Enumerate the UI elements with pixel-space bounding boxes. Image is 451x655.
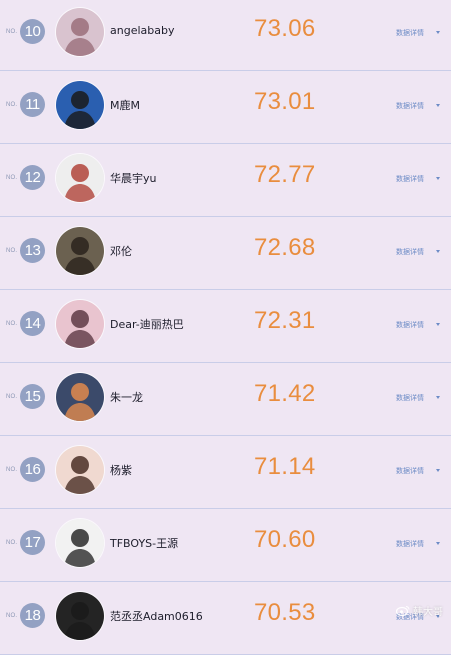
chevron-down-icon[interactable] xyxy=(436,396,440,399)
data-details-link[interactable]: 数据详情 xyxy=(396,320,424,330)
avatar-photo-icon xyxy=(56,592,104,640)
rank-badge: 18 xyxy=(20,603,45,628)
weibo-icon xyxy=(395,605,410,617)
celebrity-name[interactable]: Dear-迪丽热巴 xyxy=(110,316,184,332)
score-value: 72.77 xyxy=(254,161,316,188)
data-details-link[interactable]: 数据详情 xyxy=(396,466,424,476)
avatar[interactable] xyxy=(56,446,104,494)
ranking-row: NO. 18 范丞丞Adam0616 70.53 数据详情 xyxy=(0,582,451,655)
data-details-link[interactable]: 数据详情 xyxy=(396,28,424,38)
score-value: 70.53 xyxy=(254,599,316,626)
ranking-row: NO. 17 TFBOYS-王源 70.60 数据详情 xyxy=(0,509,451,582)
score-value: 73.06 xyxy=(254,15,316,42)
data-details-link[interactable]: 数据详情 xyxy=(396,101,424,111)
ranking-row: NO. 12 华晨宇yu 72.77 数据详情 xyxy=(0,144,451,217)
watermark: 韩大哥 xyxy=(395,603,443,618)
ranking-row: NO. 14 Dear-迪丽热巴 72.31 数据详情 xyxy=(0,290,451,363)
rank-prefix: NO. xyxy=(6,102,18,108)
avatar-photo-icon xyxy=(56,8,104,56)
ranking-row: NO. 11 M鹿M 73.01 数据详情 xyxy=(0,71,451,144)
avatar-photo-icon xyxy=(56,81,104,129)
chevron-down-icon[interactable] xyxy=(436,250,440,253)
avatar[interactable] xyxy=(56,227,104,275)
score-value: 72.31 xyxy=(254,307,316,334)
watermark-text: 韩大哥 xyxy=(413,607,443,618)
score-value: 73.01 xyxy=(254,88,316,115)
rank-badge: 14 xyxy=(20,311,45,336)
data-details-link[interactable]: 数据详情 xyxy=(396,393,424,403)
rank-prefix: NO. xyxy=(6,29,18,35)
avatar-photo-icon xyxy=(56,446,104,494)
avatar-photo-icon xyxy=(56,154,104,202)
data-details-link[interactable]: 数据详情 xyxy=(396,539,424,549)
rank-prefix: NO. xyxy=(6,540,18,546)
chevron-down-icon[interactable] xyxy=(436,31,440,34)
chevron-down-icon[interactable] xyxy=(436,104,440,107)
celebrity-name[interactable]: TFBOYS-王源 xyxy=(110,535,178,551)
rank-prefix: NO. xyxy=(6,248,18,254)
avatar-photo-icon xyxy=(56,519,104,567)
celebrity-name[interactable]: 杨紫 xyxy=(110,462,132,478)
celebrity-name[interactable]: 邓伦 xyxy=(110,243,132,259)
score-value: 71.42 xyxy=(254,380,316,407)
rank-badge: 10 xyxy=(20,19,45,44)
chevron-down-icon[interactable] xyxy=(436,323,440,326)
chevron-down-icon[interactable] xyxy=(436,469,440,472)
avatar[interactable] xyxy=(56,8,104,56)
celebrity-name[interactable]: 华晨宇yu xyxy=(110,170,156,186)
rank-badge: 12 xyxy=(20,165,45,190)
rank-badge: 16 xyxy=(20,457,45,482)
ranking-row: NO. 10 angelababy 73.06 数据详情 xyxy=(0,0,451,71)
rank-prefix: NO. xyxy=(6,175,18,181)
score-value: 72.68 xyxy=(254,234,316,261)
avatar[interactable] xyxy=(56,592,104,640)
avatar[interactable] xyxy=(56,154,104,202)
data-details-link[interactable]: 数据详情 xyxy=(396,247,424,257)
avatar-photo-icon xyxy=(56,300,104,348)
rank-badge: 13 xyxy=(20,238,45,263)
ranking-row: NO. 16 杨紫 71.14 数据详情 xyxy=(0,436,451,509)
rank-badge: 11 xyxy=(20,92,45,117)
avatar[interactable] xyxy=(56,81,104,129)
score-value: 71.14 xyxy=(254,453,316,480)
rank-prefix: NO. xyxy=(6,613,18,619)
celebrity-name[interactable]: angelababy xyxy=(110,24,174,37)
avatar-photo-icon xyxy=(56,373,104,421)
chevron-down-icon[interactable] xyxy=(436,177,440,180)
chevron-down-icon[interactable] xyxy=(436,542,440,545)
celebrity-name[interactable]: M鹿M xyxy=(110,97,140,113)
rank-prefix: NO. xyxy=(6,394,18,400)
data-details-link[interactable]: 数据详情 xyxy=(396,174,424,184)
rank-prefix: NO. xyxy=(6,467,18,473)
rank-badge: 17 xyxy=(20,530,45,555)
rank-prefix: NO. xyxy=(6,321,18,327)
rank-badge: 15 xyxy=(20,384,45,409)
avatar[interactable] xyxy=(56,519,104,567)
ranking-row: NO. 13 邓伦 72.68 数据详情 xyxy=(0,217,451,290)
avatar[interactable] xyxy=(56,373,104,421)
avatar[interactable] xyxy=(56,300,104,348)
ranking-row: NO. 15 朱一龙 71.42 数据详情 xyxy=(0,363,451,436)
score-value: 70.60 xyxy=(254,526,316,553)
celebrity-name[interactable]: 范丞丞Adam0616 xyxy=(110,608,203,624)
celebrity-name[interactable]: 朱一龙 xyxy=(110,389,143,405)
avatar-photo-icon xyxy=(56,227,104,275)
